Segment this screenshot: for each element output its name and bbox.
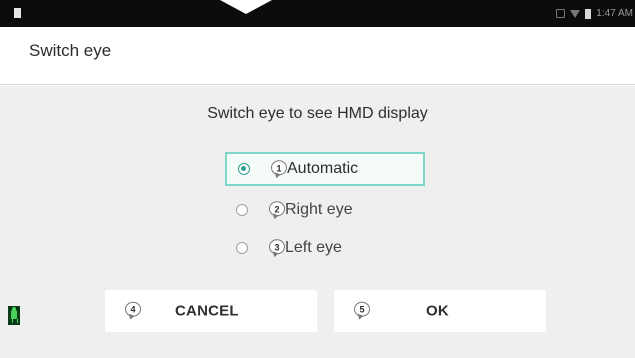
number-badge-icon: 4 [125,301,141,317]
notification-icon [14,8,21,18]
page-title: Switch eye [29,41,112,60]
radio-right-eye[interactable] [236,204,248,216]
ok-button-label: OK [426,302,449,320]
title-bar: Switch eye [0,27,635,85]
number-badge-icon: 2 [269,201,285,217]
dialog-message: Switch eye to see HMD display [207,105,428,122]
radio-automatic[interactable] [238,163,250,175]
number-badge-icon: 3 [269,239,285,255]
ok-button[interactable]: 5 OK [334,290,546,332]
radio-left-eye[interactable] [236,242,248,254]
option-left-eye[interactable]: 3 Left eye [225,231,425,265]
status-bar: 1:47 AM [0,0,635,27]
dialog: Switch eye to see HMD display 1 Automati… [0,86,635,358]
option-automatic[interactable]: 1 Automatic [225,152,425,186]
android-bot-shape [11,307,18,323]
status-right-group: 1:47 AM [556,6,633,21]
option-label: Automatic [287,160,359,177]
cancel-button[interactable]: 4 CANCEL [105,290,317,332]
top-notch-shape [220,0,272,14]
wifi-icon [570,9,581,18]
option-right-eye[interactable]: 2 Right eye [225,193,425,227]
number-badge-icon: 1 [271,160,287,176]
option-label: Right eye [285,201,353,218]
number-badge-icon: 5 [354,301,370,317]
signal-icon [556,9,566,18]
status-time: 1:47 AM [596,8,633,19]
cancel-button-label: CANCEL [175,302,239,320]
battery-icon [585,8,592,19]
android-icon [8,306,20,325]
option-label: Left eye [285,239,342,256]
